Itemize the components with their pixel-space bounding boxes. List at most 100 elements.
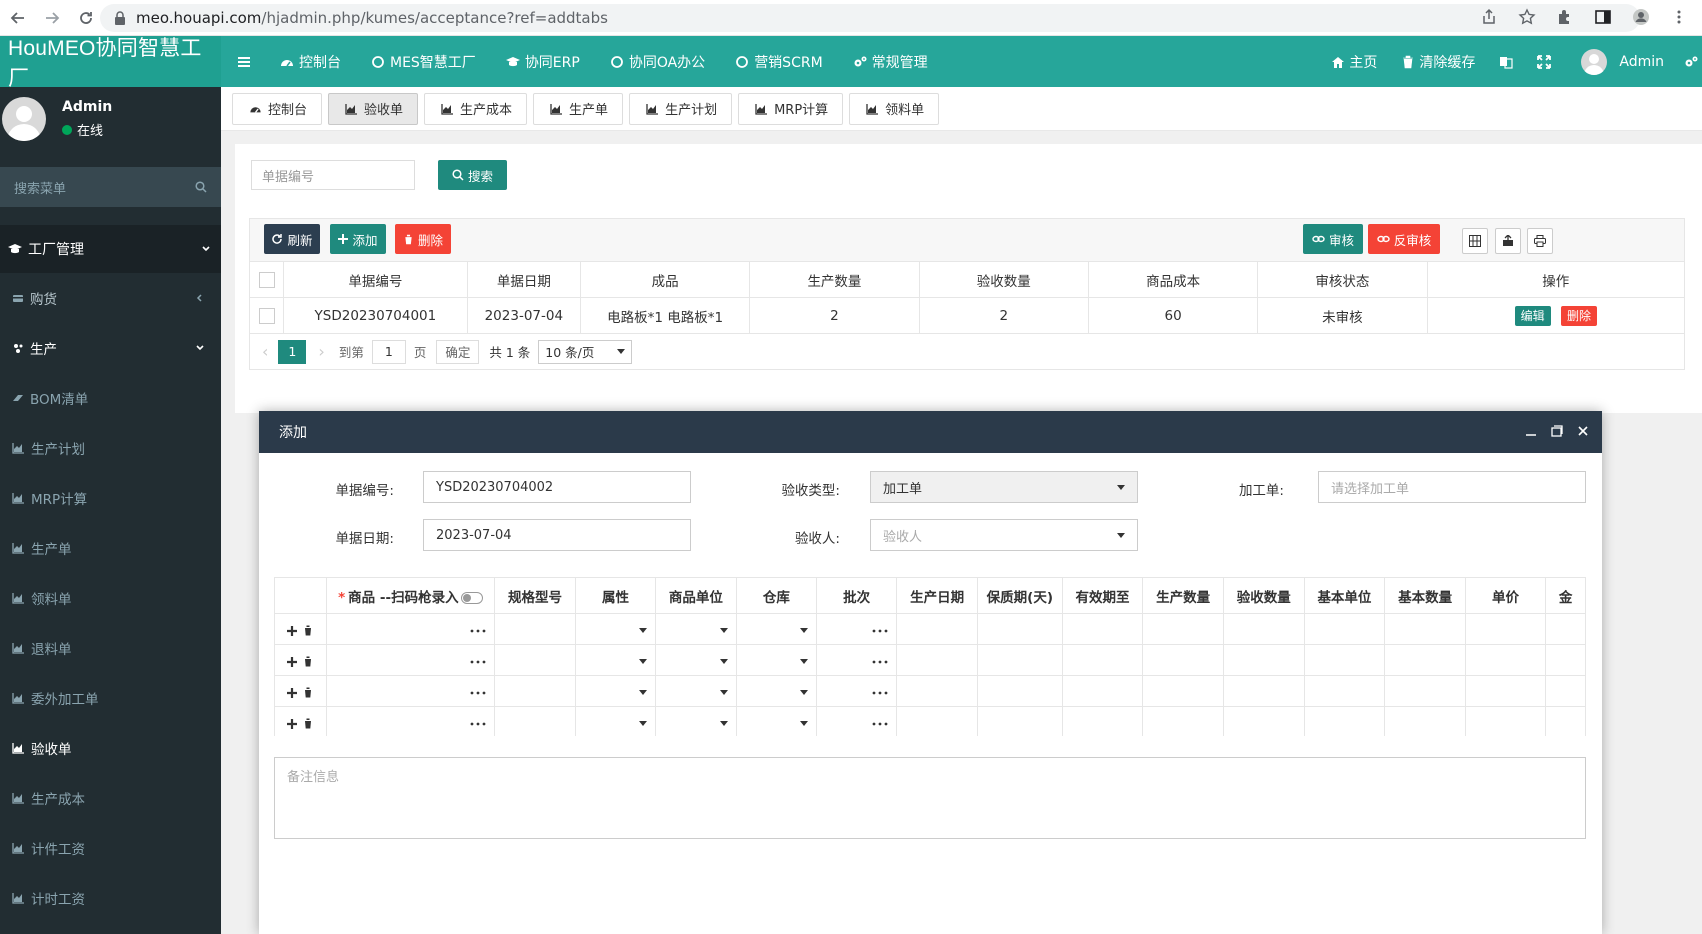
- detail-cell[interactable]: [1061, 675, 1144, 707]
- sidebar-item-plan[interactable]: 生产计划: [0, 423, 221, 473]
- detail-cell[interactable]: [976, 706, 1063, 736]
- add-row-icon[interactable]: [287, 624, 298, 636]
- ellipsis-icon[interactable]: [872, 621, 888, 633]
- nav-scrm[interactable]: 营销SCRM: [720, 36, 837, 87]
- detail-cell[interactable]: [1142, 675, 1224, 707]
- sidebar-item-time-wage[interactable]: 计时工资: [0, 873, 221, 923]
- detail-cell[interactable]: [1545, 644, 1586, 676]
- clear-cache-button[interactable]: 清除缓存: [1389, 36, 1487, 87]
- detail-cell[interactable]: [1222, 644, 1305, 676]
- tab-cost[interactable]: 生产成本: [424, 92, 528, 125]
- detail-cell[interactable]: [896, 644, 978, 676]
- page-current[interactable]: 1: [278, 339, 307, 364]
- detail-cell-picker[interactable]: [325, 644, 496, 676]
- remark-textarea[interactable]: 备注信息: [274, 757, 1586, 839]
- nav-oa[interactable]: 协同OA办公: [595, 36, 720, 87]
- row-delete-button[interactable]: 删除: [1560, 305, 1597, 326]
- sidebar-item-cost[interactable]: 生产成本: [0, 773, 221, 823]
- select-all-checkbox[interactable]: [258, 271, 275, 288]
- process-order-field[interactable]: 请选择加工单: [1318, 471, 1586, 503]
- nav-general[interactable]: 常规管理: [838, 36, 943, 87]
- ellipsis-icon[interactable]: [470, 621, 486, 633]
- detail-cell[interactable]: [1545, 675, 1586, 707]
- detail-cell-picker[interactable]: [325, 613, 496, 645]
- dialog-header[interactable]: 添加: [259, 411, 1602, 453]
- detail-cell[interactable]: [1142, 613, 1224, 645]
- detail-cell-select[interactable]: [574, 675, 657, 707]
- detail-cell-picker[interactable]: [816, 675, 898, 707]
- detail-cell[interactable]: [1303, 675, 1386, 707]
- sidebar-item-mrp[interactable]: MRP计算: [0, 473, 221, 523]
- delete-row-icon[interactable]: [303, 655, 313, 666]
- ellipsis-icon[interactable]: [470, 714, 486, 726]
- sidebar-item-purchase[interactable]: 购货: [0, 273, 221, 323]
- ellipsis-icon[interactable]: [872, 652, 888, 664]
- column-header[interactable]: 审核状态: [1257, 261, 1428, 298]
- sidebar-toggle-button[interactable]: [221, 36, 265, 87]
- home-link[interactable]: 主页: [1319, 36, 1389, 87]
- detail-cell[interactable]: [1061, 613, 1144, 645]
- detail-cell-select[interactable]: [655, 675, 737, 707]
- detail-cell[interactable]: [1464, 644, 1547, 676]
- minimize-icon[interactable]: [1524, 424, 1538, 438]
- prev-page-icon[interactable]: ‹: [262, 342, 268, 361]
- search-icon[interactable]: [195, 181, 207, 193]
- app-logo[interactable]: HouMEO协同智慧工厂: [0, 36, 221, 90]
- detail-cell[interactable]: [1303, 706, 1386, 736]
- table-row[interactable]: YSD20230704001 2023-07-04 电路板*1 电路板*1 2 …: [248, 297, 1686, 334]
- detail-cell[interactable]: [1222, 613, 1305, 645]
- detail-cell[interactable]: [1303, 613, 1386, 645]
- ellipsis-icon[interactable]: [470, 652, 486, 664]
- extensions-icon[interactable]: [1556, 8, 1574, 26]
- detail-row[interactable]: [274, 675, 1586, 707]
- detail-cell-select[interactable]: [735, 675, 818, 707]
- refresh-button[interactable]: 刷新: [264, 224, 320, 254]
- sidepanel-icon[interactable]: [1594, 8, 1612, 26]
- detail-cell[interactable]: [896, 706, 978, 736]
- detail-cell[interactable]: [1061, 644, 1144, 676]
- fullscreen-button[interactable]: [1525, 36, 1563, 87]
- forward-icon[interactable]: [44, 10, 60, 26]
- detail-cell[interactable]: [1464, 706, 1547, 736]
- translate-button[interactable]: [1487, 36, 1525, 87]
- goto-page-input[interactable]: 1: [371, 339, 406, 364]
- detail-cell[interactable]: [1545, 706, 1586, 736]
- doc-date-field[interactable]: 2023-07-04: [423, 519, 691, 551]
- detail-cell-select[interactable]: [735, 613, 818, 645]
- detail-cell[interactable]: [494, 613, 576, 645]
- detail-cell-picker[interactable]: [325, 675, 496, 707]
- detail-cell-select[interactable]: [735, 644, 818, 676]
- detail-cell[interactable]: [1142, 706, 1224, 736]
- ellipsis-icon[interactable]: [470, 683, 486, 695]
- profile-icon[interactable]: [1632, 8, 1650, 26]
- detail-cell[interactable]: [1384, 675, 1466, 707]
- sidebar-search-input[interactable]: 搜索菜单: [0, 167, 221, 207]
- acceptor-select[interactable]: 验收人: [870, 519, 1138, 551]
- detail-cell[interactable]: [1464, 613, 1547, 645]
- maximize-icon[interactable]: [1550, 424, 1564, 438]
- column-header[interactable]: 单据编号: [283, 261, 468, 298]
- sidebar-item-return[interactable]: 退料单: [0, 623, 221, 673]
- detail-cell[interactable]: [1142, 644, 1224, 676]
- detail-cell-select[interactable]: [574, 613, 657, 645]
- user-menu[interactable]: Admin: [1563, 36, 1684, 87]
- detail-cell-select[interactable]: [574, 706, 657, 736]
- detail-cell[interactable]: [976, 644, 1063, 676]
- scanner-toggle[interactable]: [460, 591, 483, 604]
- detail-cell-select[interactable]: [735, 706, 818, 736]
- detail-cell-picker[interactable]: [816, 644, 898, 676]
- column-header[interactable]: 商品成本: [1087, 261, 1259, 298]
- detail-row[interactable]: [274, 644, 1586, 676]
- edit-button[interactable]: 编辑: [1514, 305, 1551, 326]
- tab-plan[interactable]: 生产计划: [629, 92, 733, 125]
- print-button[interactable]: [1527, 228, 1553, 254]
- sidebar-item-warehouse[interactable]: 仓库: [0, 923, 221, 934]
- detail-cell[interactable]: [1384, 644, 1466, 676]
- sidebar-item-piece-wage[interactable]: 计件工资: [0, 823, 221, 873]
- address-bar[interactable]: meo.houapi.com/hjadmin.php/kumes/accepta…: [100, 4, 1640, 32]
- back-icon[interactable]: [10, 10, 26, 26]
- delete-row-icon[interactable]: [303, 686, 313, 697]
- ellipsis-icon[interactable]: [872, 714, 888, 726]
- detail-cell[interactable]: [494, 706, 576, 736]
- detail-cell-select[interactable]: [655, 613, 737, 645]
